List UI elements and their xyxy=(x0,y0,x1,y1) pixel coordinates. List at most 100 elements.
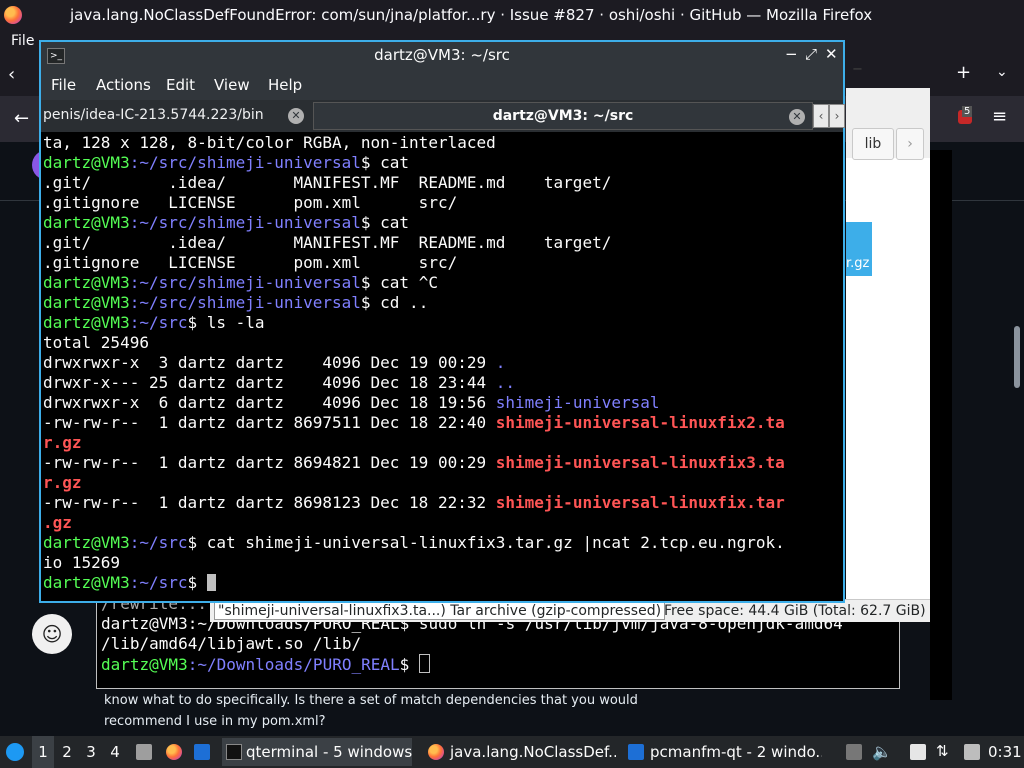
terminal-cursor xyxy=(206,574,216,591)
menu-edit[interactable]: Edit xyxy=(166,76,195,94)
listing-meta: drwxrwxr-x 6 dartz dartz 4096 Dec 18 19:… xyxy=(43,393,496,412)
listing-meta: -rw-rw-r-- 1 dartz dartz 8698123 Dec 18 … xyxy=(43,493,496,512)
volume-icon[interactable]: 🔈 xyxy=(872,742,892,761)
prompt-user: dartz@VM3 xyxy=(43,533,130,552)
page-scrollbar[interactable] xyxy=(1014,326,1020,388)
terminal-app-icon xyxy=(226,744,242,760)
tab-scroll-right-icon[interactable]: › xyxy=(829,104,845,128)
command: cat ^C xyxy=(380,273,438,292)
menu-file[interactable]: File xyxy=(51,76,76,94)
prompt-dollar: $ xyxy=(360,293,381,312)
file-manager-window xyxy=(846,88,930,618)
listing-archive-name: shimeji-universal-linuxfix.tar xyxy=(495,493,785,512)
status-free-space: Free space: 44.4 GiB (Total: 62.7 GiB) xyxy=(664,603,926,619)
prompt-dollar: $ xyxy=(399,655,419,674)
minimize-icon[interactable]: − xyxy=(785,45,798,63)
listing-row-wrap: r.gz xyxy=(43,473,82,493)
file-manager-launcher-icon[interactable] xyxy=(136,744,152,760)
extension-badge: 5 xyxy=(962,106,973,117)
new-tab-button[interactable]: + xyxy=(956,62,971,83)
prompt-dollar: $ xyxy=(360,153,381,172)
minimize-icon[interactable]: − xyxy=(852,62,863,77)
prompt-dollar: $ xyxy=(360,213,381,232)
terminal-prompt-line: dartz@VM3:~/src$ cat shimeji-universal-l… xyxy=(43,533,785,553)
terminal-prompt-line: dartz@VM3:~/src$ xyxy=(43,573,216,593)
list-all-tabs-icon[interactable]: ⌄ xyxy=(996,64,1008,80)
prompt-path: :~/src xyxy=(129,533,188,552)
listing-dir-name: .. xyxy=(495,373,516,392)
breadcrumb-forward-icon[interactable]: › xyxy=(896,128,924,160)
comment-body: know what to do specifically. Is there a… xyxy=(104,690,644,732)
workspace-1[interactable]: 1 xyxy=(32,736,54,768)
selected-file-item[interactable]: r.gz xyxy=(846,222,872,276)
task-qterminal[interactable]: qterminal - 5 windows xyxy=(222,738,412,766)
command: cat xyxy=(380,153,410,172)
listing-meta: -rw-rw-r-- 1 dartz dartz 8694821 Dec 19 … xyxy=(43,453,496,472)
listing-row-wrap: r.gz xyxy=(43,433,82,453)
tab-label: dartz@VM3: ~/src xyxy=(492,108,634,124)
prompt-path: :~/src xyxy=(129,573,188,592)
folder-icon xyxy=(628,744,644,760)
command: cd .. xyxy=(380,293,429,312)
listing-archive-name: r.gz xyxy=(43,473,82,492)
prompt-path: :~/src/shimeji-universal xyxy=(129,273,361,292)
task-label: java.lang.NoClassDef... xyxy=(450,743,616,761)
network-icon[interactable]: ⇅ xyxy=(936,742,949,760)
menu-help[interactable]: Help xyxy=(268,76,302,94)
workspace-4[interactable]: 4 xyxy=(104,736,126,768)
firefox-titlebar: java.lang.NoClassDefFoundError: com/sun/… xyxy=(0,0,1024,30)
tab-close-icon[interactable]: ✕ xyxy=(789,109,805,125)
terminal-line: .gitignore LICENSE pom.xml src/ xyxy=(43,193,458,212)
clipboard-icon[interactable] xyxy=(910,744,926,760)
listing-row-wrap: .gz xyxy=(43,513,72,533)
tab-close-icon[interactable]: ✕ xyxy=(288,108,304,124)
tray-app-icon[interactable] xyxy=(846,744,862,760)
prompt-dollar: $ xyxy=(187,533,207,552)
listing-dir-name: shimeji-universal xyxy=(495,393,660,412)
prompt-dollar: $ xyxy=(360,273,381,292)
listing-row: -rw-rw-r-- 1 dartz dartz 8697511 Dec 18 … xyxy=(43,413,785,433)
tab-label: penis/idea-IC-213.5744.223/bin xyxy=(43,107,264,123)
listing-meta: drwxrwxr-x 3 dartz dartz 4096 Dec 19 00:… xyxy=(43,353,496,372)
start-menu-icon[interactable] xyxy=(6,743,24,761)
hamburger-menu-icon[interactable]: ≡ xyxy=(992,106,1007,127)
terminal-line: /lib/amd64/libjawt.so /lib/ xyxy=(101,634,362,653)
firefox-menu-file[interactable]: File xyxy=(11,33,34,49)
tab-idea-bin[interactable]: penis/idea-IC-213.5744.223/bin ✕ xyxy=(41,102,311,130)
listing-archive-name: r.gz xyxy=(43,433,82,452)
close-icon[interactable]: ✕ xyxy=(825,45,838,63)
prompt-dollar: $ xyxy=(187,313,207,332)
workspace-3[interactable]: 3 xyxy=(80,736,102,768)
terminal-prompt-line: dartz@VM3:~/src$ ls -la xyxy=(43,313,265,333)
tab-scroll-left-icon[interactable]: ‹ xyxy=(813,104,829,128)
prompt-path: :~/src xyxy=(129,313,188,332)
task-firefox[interactable]: java.lang.NoClassDef... xyxy=(426,738,616,766)
listing-row: -rw-rw-r-- 1 dartz dartz 8694821 Dec 19 … xyxy=(43,453,785,473)
maximize-icon[interactable]: ⤢ xyxy=(805,45,817,63)
command: cat xyxy=(380,213,410,232)
tab-src[interactable]: dartz@VM3: ~/src ✕ xyxy=(313,102,813,130)
listing-dir-name: . xyxy=(495,353,506,372)
menu-actions[interactable]: Actions xyxy=(96,76,151,94)
tab-scroll-left-icon[interactable]: ‹ xyxy=(8,64,15,85)
task-pcmanfm[interactable]: pcmanfm-qt - 2 windo... xyxy=(626,738,822,766)
terminal-prompt-line: dartz@VM3:~/src/shimeji-universal$ cat ^… xyxy=(43,273,438,293)
listing-row: drwxrwxr-x 3 dartz dartz 4096 Dec 19 00:… xyxy=(43,353,505,373)
terminal-output[interactable]: ta, 128 x 128, 8-bit/color RGBA, non-int… xyxy=(41,133,843,601)
terminal-edge xyxy=(930,150,952,700)
commenter-avatar[interactable]: ☺ xyxy=(32,614,72,654)
notes-icon[interactable] xyxy=(964,744,980,760)
prompt-path: :~/src/shimeji-universal xyxy=(129,293,361,312)
firefox-launcher-icon[interactable] xyxy=(166,744,182,760)
breadcrumb-segment-lib[interactable]: lib xyxy=(852,128,894,160)
workspace-2[interactable]: 2 xyxy=(56,736,78,768)
terminal-prompt-line: dartz@VM3:~/src/shimeji-universal$ cat xyxy=(43,153,409,173)
qterminal-titlebar[interactable]: >_ dartz@VM3: ~/src − ⤢ ✕ xyxy=(41,42,843,70)
back-arrow-icon[interactable]: ← xyxy=(14,108,29,129)
comment-line: recommend I use in my pom.xml? xyxy=(104,714,326,729)
clock[interactable]: 0:31 xyxy=(988,736,1022,768)
command: cat shimeji-universal-linuxfix3.tar.gz |… xyxy=(206,533,785,552)
menu-view[interactable]: View xyxy=(214,76,250,94)
show-desktop-icon[interactable] xyxy=(194,744,210,760)
prompt-user: dartz@VM3 xyxy=(101,655,188,674)
